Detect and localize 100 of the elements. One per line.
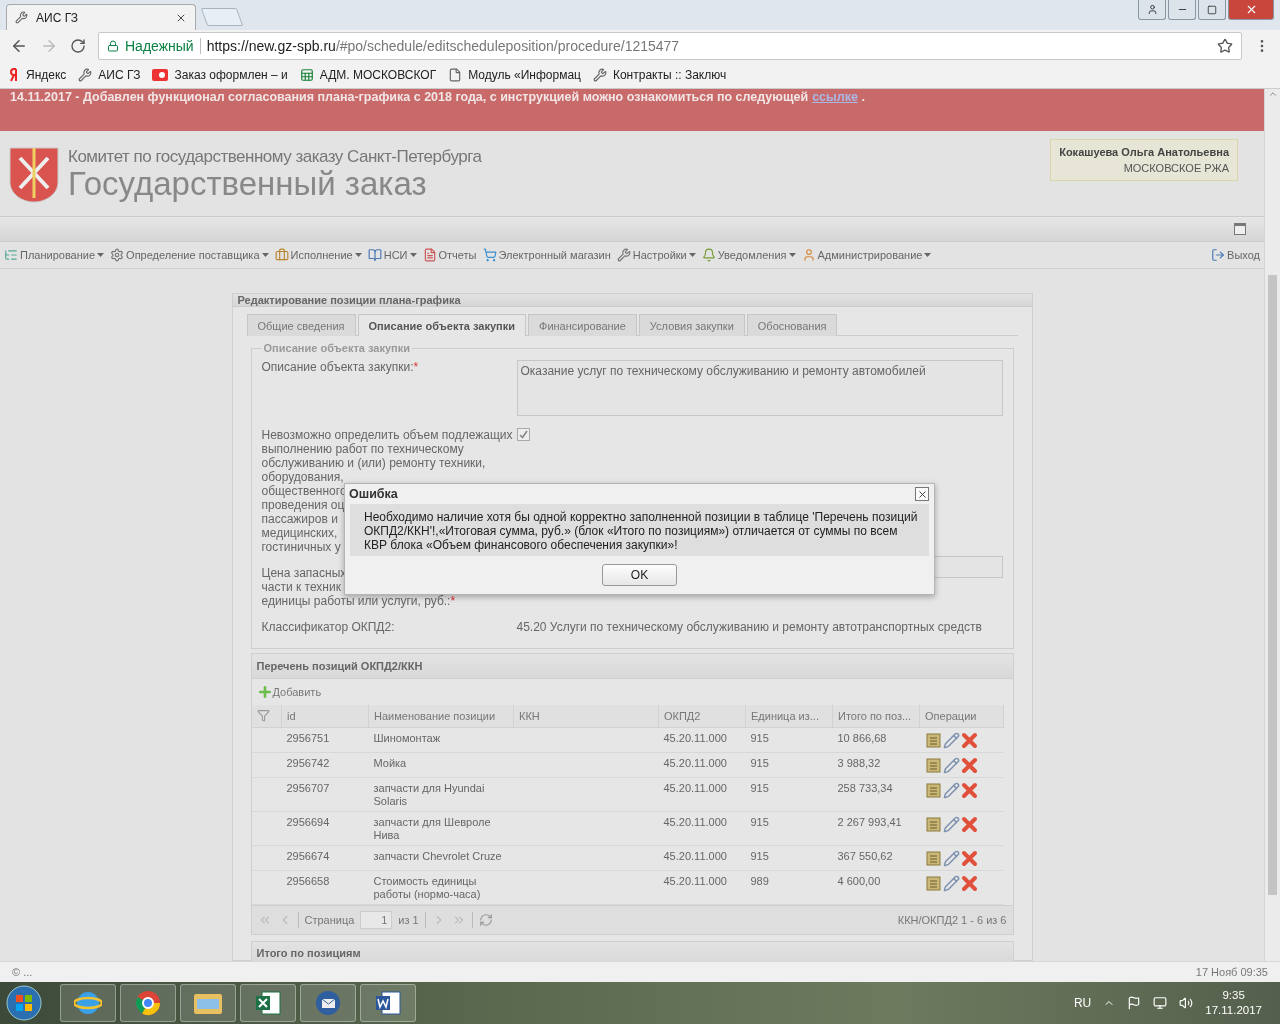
menu-item[interactable]: НСИ: [367, 248, 417, 262]
flag-icon[interactable]: [1127, 996, 1142, 1010]
menu-item[interactable]: Отчеты: [422, 248, 477, 262]
edit-icon[interactable]: [942, 732, 960, 749]
taskbar-app-button[interactable]: [60, 984, 116, 1022]
network-icon[interactable]: [1153, 996, 1168, 1010]
address-field[interactable]: Надежный https://new.gz-spb.ru/#po/schedule/editscheduleposition/procedure/1215477: [98, 32, 1242, 60]
table-cell: 45.20.11.000: [658, 870, 746, 905]
yandex-icon: [10, 68, 20, 82]
menu-item[interactable]: Электронный магазин: [482, 248, 611, 262]
table-cell: Стоимость единицы работы (нормо-часа): [368, 870, 514, 905]
start-button[interactable]: [4, 983, 44, 1023]
delete-icon[interactable]: [960, 757, 978, 774]
tab[interactable]: Финансирование: [528, 314, 637, 336]
section-header: Итого по позициям: [250, 941, 1014, 961]
edit-icon[interactable]: [942, 757, 960, 774]
column-header[interactable]: id: [281, 705, 369, 728]
security-label: Надежный: [125, 38, 194, 54]
bookmark-link[interactable]: АИС ГЗ: [78, 68, 141, 82]
user-button[interactable]: [1138, 0, 1166, 20]
taskbar-app-button[interactable]: [120, 984, 176, 1022]
column-header[interactable]: ОКПД2: [658, 705, 746, 728]
menu-item[interactable]: Уведомления: [701, 248, 796, 262]
taskbar-app-button[interactable]: [300, 984, 356, 1022]
description-field[interactable]: Оказание услуг по техническому обслуживанию и ремонту автомобилей: [516, 360, 1003, 416]
edit-icon[interactable]: [942, 816, 960, 833]
reload-icon[interactable]: [70, 38, 86, 54]
delete-icon[interactable]: [960, 850, 978, 867]
bookmark-star-icon[interactable]: [1217, 38, 1233, 54]
clock[interactable]: 9:35 17.11.2017: [1205, 988, 1262, 1018]
tab[interactable]: Условия закупки: [638, 314, 745, 336]
bookmark-link[interactable]: АДМ. МОСКОВСКОГ: [299, 68, 437, 82]
language-indicator[interactable]: RU: [1073, 996, 1092, 1010]
menu-item[interactable]: Исполнение: [274, 248, 362, 262]
table-cell: 2956694: [281, 811, 369, 846]
tab[interactable]: Общие сведения: [246, 314, 356, 336]
table-cell: 4 600,00: [832, 870, 920, 905]
scrollbar[interactable]: [1264, 89, 1280, 961]
checkbox[interactable]: [516, 428, 530, 441]
menu-item[interactable]: Определение поставщика: [110, 248, 269, 262]
maximize-button[interactable]: [1198, 0, 1226, 20]
taskbar-app-button[interactable]: [360, 984, 416, 1022]
collapse-button[interactable]: [1234, 223, 1246, 235]
table-cell: 2956658: [281, 870, 369, 905]
taskbar-app-button[interactable]: [240, 984, 296, 1022]
delete-icon[interactable]: [960, 782, 978, 799]
filter-header[interactable]: [251, 705, 282, 728]
back-icon[interactable]: [10, 37, 28, 55]
filter-icon[interactable]: [256, 708, 270, 722]
menu-item[interactable]: Администрирование: [801, 248, 932, 262]
new-tab-button[interactable]: [200, 8, 244, 26]
refresh-icon[interactable]: [478, 913, 493, 927]
bookmark-link[interactable]: Модуль «Информац: [448, 68, 581, 82]
field-label-line: выполнению работ по техническому: [261, 442, 464, 456]
add-button[interactable]: Добавить: [256, 684, 322, 700]
tab[interactable]: Описание объекта закупки: [357, 314, 526, 336]
column-header[interactable]: Наименование позиции: [368, 705, 514, 728]
close-button[interactable]: [915, 487, 929, 501]
bookmark-link[interactable]: Контракты :: Заключ: [592, 68, 727, 82]
table-cell: 258 733,34: [832, 777, 920, 812]
forward-icon[interactable]: [40, 37, 58, 55]
bookmark-link[interactable]: Яндекс: [10, 68, 67, 82]
table-cell: 989: [745, 870, 833, 905]
table-cell: запчасти для Шевроле Нива: [368, 811, 514, 846]
url-text: https://new.gz-spb.ru/#po/schedule/editscheduleposition/procedure/1215477: [199, 38, 680, 54]
field-label-line: общественного: [261, 484, 347, 498]
fieldset-legend: Описание объекта закупки: [261, 342, 412, 354]
lock-icon: [107, 40, 119, 52]
delete-icon[interactable]: [960, 732, 978, 749]
edit-icon[interactable]: [942, 782, 960, 799]
table-cell: 915: [745, 811, 833, 846]
column-header[interactable]: ККН: [513, 705, 659, 728]
field-label-line: медицинских,: [261, 526, 338, 540]
ok-button[interactable]: OK: [602, 564, 677, 586]
edit-icon[interactable]: [942, 850, 960, 867]
spreadsheet-icon: [254, 989, 282, 1017]
volume-icon[interactable]: [1179, 996, 1194, 1010]
table-cell: 45.20.11.000: [658, 727, 746, 753]
delete-icon[interactable]: [960, 875, 978, 892]
column-header[interactable]: Единица из...: [745, 705, 833, 728]
column-header[interactable]: Итого по поз...: [832, 705, 920, 728]
scroll-up-icon[interactable]: [1267, 89, 1278, 99]
minimize-button[interactable]: [1168, 0, 1196, 20]
gear-icon: [110, 248, 125, 262]
column-header[interactable]: Операции: [919, 705, 1004, 728]
taskbar-app-button[interactable]: [180, 984, 236, 1022]
menu-item[interactable]: Настройки: [616, 248, 696, 262]
delete-icon[interactable]: [960, 816, 978, 833]
table-cell: запчасти Chevrolet Cruze: [368, 845, 514, 871]
table-cell: 915: [745, 777, 833, 812]
menu-item[interactable]: Планирование: [4, 248, 105, 262]
edit-icon[interactable]: [942, 875, 960, 892]
page-field[interactable]: 1: [360, 911, 393, 929]
table-cell: 45.20.11.000: [658, 752, 746, 778]
browser-icon: [74, 989, 102, 1017]
exit-button[interactable]: Выход: [1211, 248, 1260, 262]
bookmark-link[interactable]: Заказ оформлен – и: [152, 68, 288, 82]
browser-tab[interactable]: АИС ГЗ: [6, 4, 196, 30]
field-label-line: пассажиров и: [261, 512, 338, 526]
tab[interactable]: Обоснования: [746, 314, 838, 336]
